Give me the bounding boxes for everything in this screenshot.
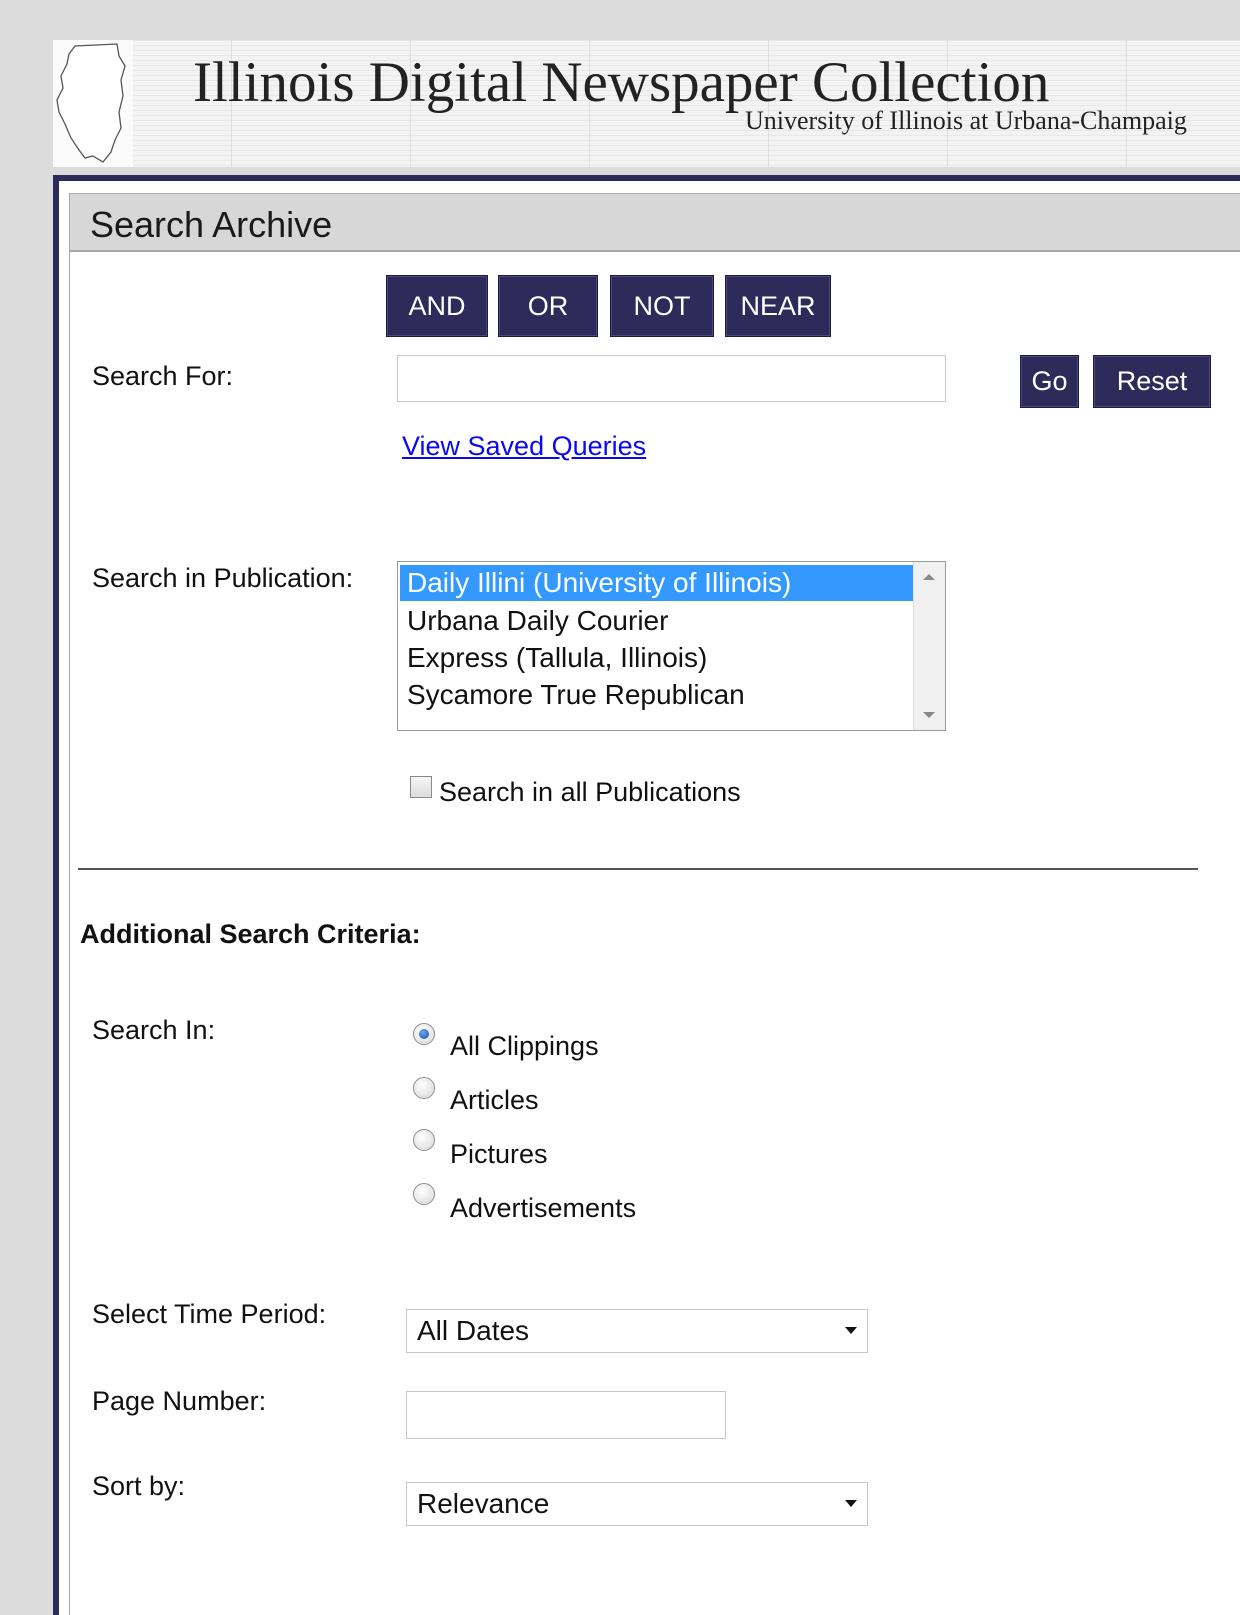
chevron-down-icon: [845, 1500, 857, 1507]
additional-criteria-heading: Additional Search Criteria:: [80, 919, 421, 949]
publication-option[interactable]: Daily Illini (University of Illinois): [400, 565, 916, 601]
panel-header: Search Archive: [69, 193, 1240, 252]
search-for-label: Search For:: [92, 361, 234, 391]
advertisements-label: Advertisements: [450, 1193, 637, 1223]
scroll-up-icon[interactable]: [923, 574, 935, 580]
site-banner: Illinois Digital Newspaper Collection Un…: [53, 40, 1240, 167]
publication-listbox[interactable]: Daily Illini (University of Illinois) Ur…: [397, 561, 946, 731]
panel-title: Search Archive: [90, 204, 333, 245]
search-form: AND OR NOT NEAR Search For: Go Reset Vie…: [69, 252, 1240, 1615]
sort-by-label: Sort by:: [92, 1471, 186, 1501]
chevron-down-icon: [845, 1327, 857, 1334]
search-panel-content: Search Archive AND OR NOT NEAR Search Fo…: [59, 181, 1240, 1615]
view-saved-queries-link[interactable]: View Saved Queries: [402, 431, 646, 462]
section-divider: [78, 868, 1198, 870]
reset-button[interactable]: Reset: [1093, 355, 1211, 408]
all-clippings-radio[interactable]: [413, 1023, 435, 1045]
pictures-label: Pictures: [450, 1139, 548, 1169]
scroll-down-icon[interactable]: [923, 712, 935, 718]
illinois-map-icon: [53, 40, 133, 167]
publication-label: Search in Publication:: [92, 563, 354, 593]
time-period-value: All Dates: [417, 1315, 530, 1346]
time-period-label: Select Time Period:: [92, 1299, 327, 1329]
search-input[interactable]: [397, 355, 946, 402]
search-panel: Search Archive AND OR NOT NEAR Search Fo…: [53, 175, 1240, 1615]
sort-by-value: Relevance: [417, 1488, 550, 1519]
and-operator-button[interactable]: AND: [386, 275, 488, 337]
sort-by-select[interactable]: Relevance: [406, 1482, 868, 1526]
publication-option[interactable]: Express (Tallula, Illinois): [400, 640, 916, 676]
site-subtitle: University of Illinois at Urbana-Champai…: [745, 106, 1187, 135]
time-period-select[interactable]: All Dates: [406, 1309, 868, 1353]
articles-label: Articles: [450, 1085, 539, 1115]
all-clippings-label: All Clippings: [450, 1031, 599, 1061]
publication-option[interactable]: Urbana Daily Courier: [400, 603, 916, 639]
advertisements-radio[interactable]: [413, 1183, 435, 1205]
not-operator-button[interactable]: NOT: [610, 275, 714, 337]
search-in-label: Search In:: [92, 1015, 216, 1045]
publication-option[interactable]: Sycamore True Republican: [400, 677, 916, 713]
page-number-input[interactable]: [406, 1391, 726, 1439]
articles-radio[interactable]: [413, 1077, 435, 1099]
listbox-scrollbar[interactable]: [913, 562, 945, 730]
go-button[interactable]: Go: [1020, 355, 1079, 408]
all-publications-label: Search in all Publications: [439, 777, 741, 807]
near-operator-button[interactable]: NEAR: [725, 275, 831, 337]
all-publications-checkbox[interactable]: [410, 776, 432, 798]
pictures-radio[interactable]: [413, 1129, 435, 1151]
or-operator-button[interactable]: OR: [498, 275, 598, 337]
page-number-label: Page Number:: [92, 1386, 267, 1416]
